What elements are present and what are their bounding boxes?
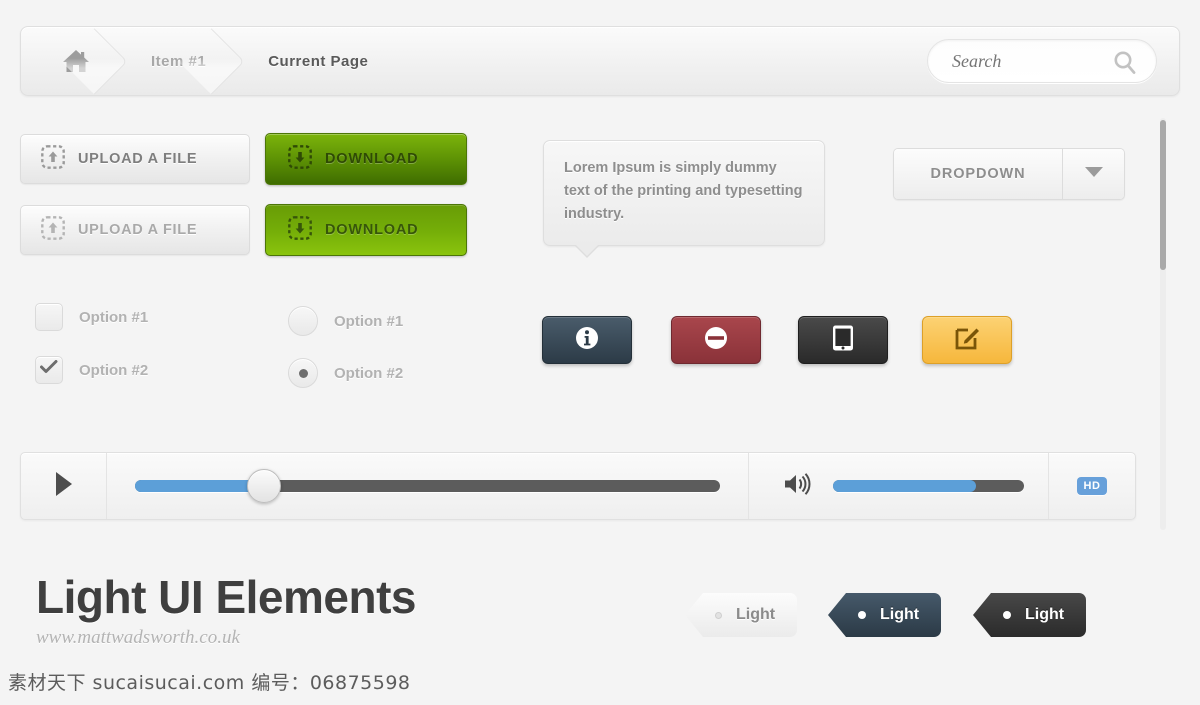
checkbox-option-1-label: Option #1	[79, 308, 149, 326]
page-subtitle: www.mattwadsworth.co.uk	[36, 627, 240, 648]
dropdown-label: DROPDOWN	[930, 166, 1026, 182]
radio-option-2[interactable]	[288, 358, 318, 388]
tag-blue-label: Light	[880, 606, 920, 623]
download-button-2-label: DOWNLOAD	[325, 222, 419, 238]
tooltip-text: Lorem Ipsum is simply dummy text of the …	[564, 160, 803, 222]
page-title: Light UI Elements	[36, 571, 416, 623]
checkbox-option-2-label: Option #2	[79, 361, 149, 379]
volume-track[interactable]	[833, 480, 1024, 492]
tag-light[interactable]: Light	[685, 593, 798, 637]
play-icon	[53, 470, 75, 503]
upload-file-button-2[interactable]: UPLOAD A FILE	[20, 205, 250, 255]
tag-blue[interactable]: Light	[828, 593, 942, 637]
checkbox-row-2[interactable]: Option #2	[35, 356, 148, 384]
search-icon[interactable]	[1112, 50, 1138, 81]
block-button[interactable]	[671, 316, 761, 364]
breadcrumb: Item #1 Current Page	[20, 26, 1180, 96]
tooltip: Lorem Ipsum is simply dummy text of the …	[543, 140, 825, 258]
upload-file-button-1[interactable]: UPLOAD A FILE	[20, 134, 250, 184]
upload-file-button-1-label: UPLOAD A FILE	[78, 151, 198, 167]
breadcrumb-item-current-label: Current Page	[268, 52, 369, 70]
progress-track[interactable]	[135, 469, 720, 503]
download-icon	[288, 145, 312, 173]
chevron-down-icon	[1084, 165, 1104, 183]
media-player: HD	[20, 452, 1136, 520]
radio-row-1[interactable]: Option #1	[288, 306, 403, 336]
download-icon	[288, 216, 312, 244]
edit-button[interactable]	[922, 316, 1012, 364]
tag-light-label: Light	[736, 606, 776, 623]
download-button-1[interactable]: DOWNLOAD	[265, 133, 467, 185]
download-button-1-label: DOWNLOAD	[325, 151, 419, 167]
upload-file-button-2-label: UPLOAD A FILE	[78, 222, 198, 238]
info-icon	[574, 325, 600, 356]
upload-icon	[41, 145, 65, 173]
volume-control[interactable]	[749, 453, 1049, 519]
info-button[interactable]	[542, 316, 632, 364]
radio-row-2[interactable]: Option #2	[288, 358, 403, 388]
tag-dot-icon	[1003, 611, 1011, 619]
search-box[interactable]	[927, 39, 1157, 83]
download-button-2[interactable]: DOWNLOAD	[265, 204, 467, 256]
edit-icon	[954, 325, 980, 356]
no-entry-icon	[703, 325, 729, 356]
breadcrumb-item-1-label: Item #1	[151, 52, 207, 70]
radio-option-1-label: Option #1	[334, 312, 404, 330]
checkbox-option-1[interactable]	[35, 303, 63, 331]
home-icon	[61, 47, 91, 75]
upload-icon	[41, 216, 65, 244]
tag-dark[interactable]: Light	[973, 593, 1087, 637]
breadcrumb-item-current[interactable]: Current Page	[234, 27, 396, 95]
play-button[interactable]	[21, 453, 107, 519]
breadcrumb-item-home[interactable]	[21, 27, 117, 95]
checkbox-row-1[interactable]: Option #1	[35, 303, 148, 331]
radio-dot-icon	[298, 368, 308, 378]
tablet-icon	[831, 324, 855, 357]
tablet-button[interactable]	[798, 316, 888, 364]
tag-dot-icon	[858, 611, 866, 619]
checkbox-option-2[interactable]	[35, 356, 63, 384]
hd-badge[interactable]: HD	[1076, 477, 1108, 495]
progress-slider[interactable]	[107, 453, 749, 519]
tag-dot-icon	[715, 611, 722, 619]
dropdown-button[interactable]: DROPDOWN	[893, 148, 1125, 200]
dropdown-toggle[interactable]	[1062, 149, 1124, 199]
progress-handle[interactable]	[246, 469, 281, 503]
watermark: 素材天下 sucaisucai.com 编号：06875598	[8, 672, 411, 694]
progress-fill	[135, 480, 264, 492]
radio-option-1[interactable]	[288, 306, 318, 336]
hd-toggle-cell[interactable]: HD	[1049, 453, 1135, 519]
breadcrumb-item-1[interactable]: Item #1	[117, 27, 234, 95]
check-icon	[40, 360, 58, 380]
radio-option-2-label: Option #2	[334, 364, 404, 382]
dropdown-label-area[interactable]: DROPDOWN	[894, 149, 1062, 199]
volume-icon[interactable]	[783, 471, 813, 502]
scrollbar-thumb[interactable]	[1160, 120, 1166, 270]
tag-dark-label: Light	[1025, 606, 1065, 623]
volume-fill	[833, 480, 977, 492]
